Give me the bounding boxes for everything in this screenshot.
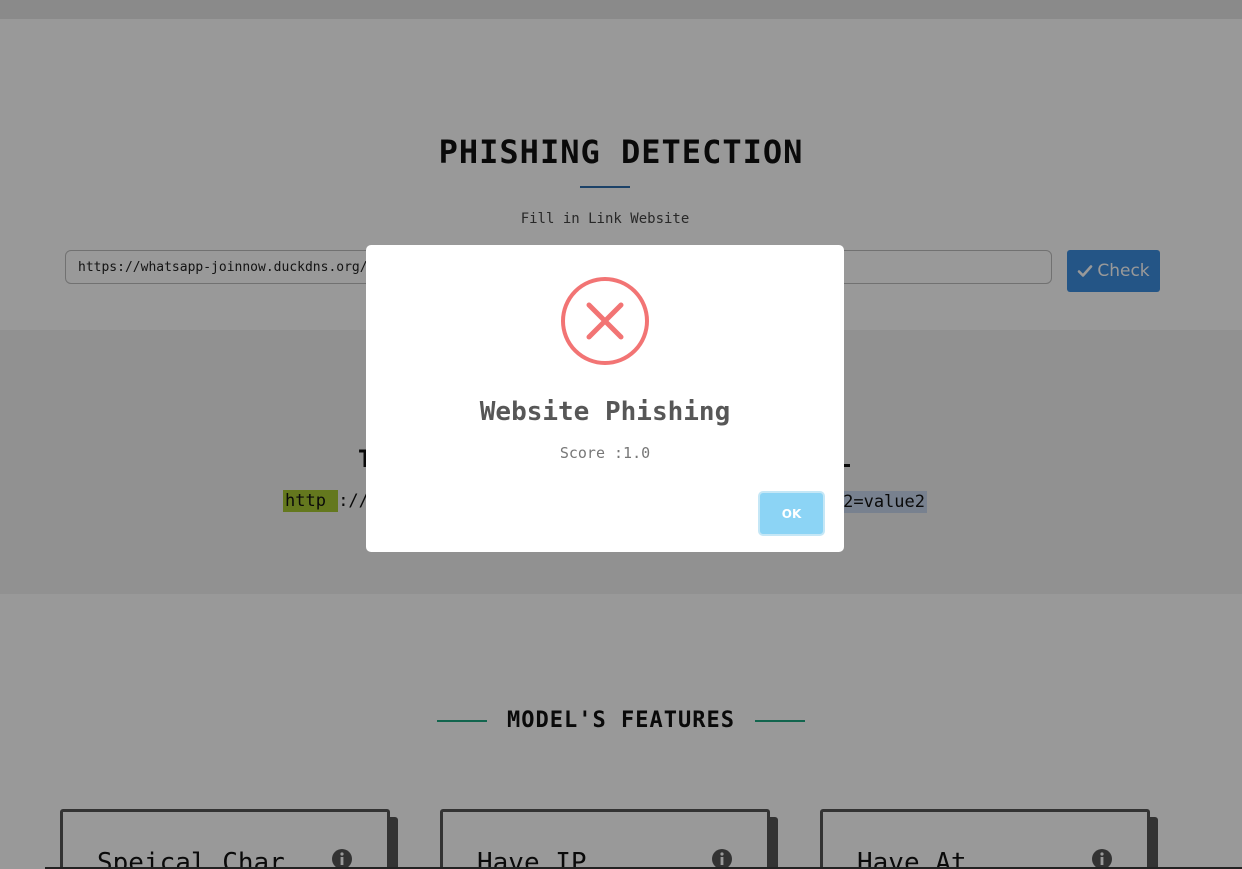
- modal-title: Website Phishing: [479, 397, 731, 427]
- alert-modal: Website Phishing Score :1.0 OK: [366, 245, 844, 552]
- error-x-icon: [561, 277, 649, 365]
- ok-button[interactable]: OK: [758, 491, 825, 536]
- modal-score-text: Score :1.0: [559, 444, 651, 462]
